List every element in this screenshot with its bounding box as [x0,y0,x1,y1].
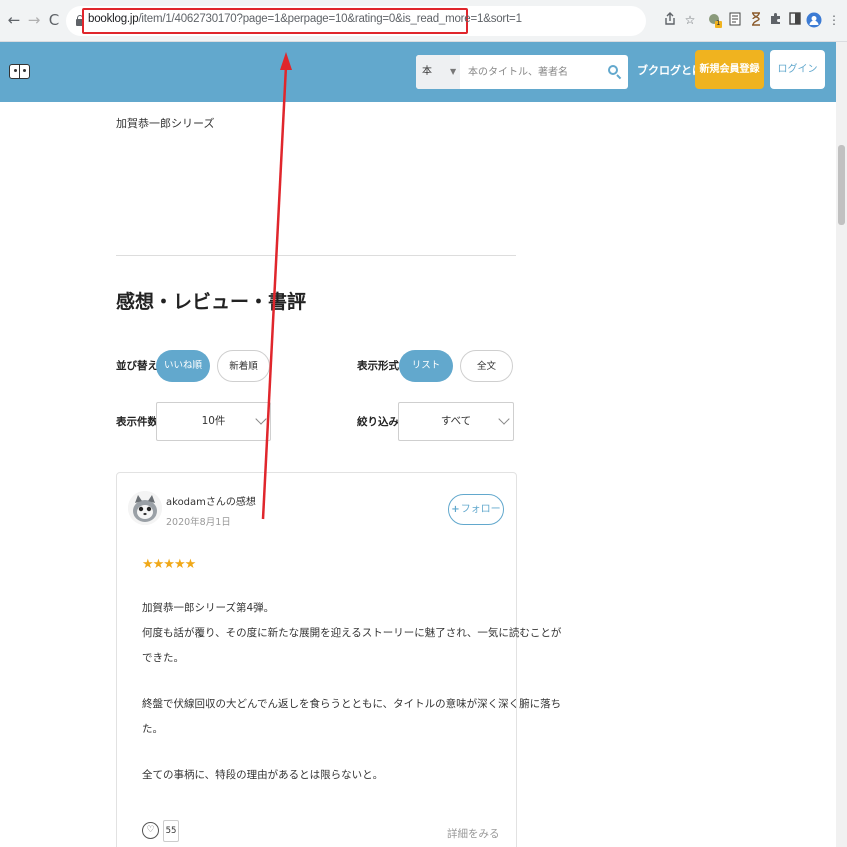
read-more-link[interactable]: 詳細をみる [447,826,500,841]
search-input[interactable] [460,55,610,89]
plus-icon: + [451,504,460,515]
bookmark-star-icon[interactable]: ☆ [682,12,698,28]
sort-by-likes-button[interactable]: いいね順 [156,350,210,382]
kebab-menu-icon[interactable]: ⋮ [826,12,842,28]
review-text-line: 何度も話が覆り、その度に新たな展開を迎えるストーリーに魅了され、一気に読むことが [142,627,562,639]
search-category-select[interactable]: 本 ▼ [416,55,460,89]
rating-stars: ★★★★★ [142,557,196,572]
profile-avatar-icon[interactable] [806,12,822,28]
sort-by-newest-button[interactable]: 新着順 [217,350,270,382]
display-format-label: 表示形式 [357,360,399,372]
review-text-line: 全ての事柄に、特段の理由があるとは限らないと。 [142,769,384,781]
reload-icon[interactable]: C [44,10,64,30]
site-header: 本 ▼ ブクログとは 新規会員登録 ログイン [0,42,836,102]
login-button[interactable]: ログイン [770,50,825,89]
reviewer-name[interactable]: akodamさんの感想 [166,493,256,508]
url-path: /item/1/4062730170?page=1&perpage=10&rat… [138,13,522,25]
about-booklog-link[interactable]: ブクログとは [637,62,703,78]
review-text-line: できた。 [142,652,184,664]
sort-label: 並び替え [116,360,158,372]
share-icon[interactable] [662,12,678,28]
display-count-value: 10件 [201,415,226,427]
review-text-line: 終盤で伏線回収の大どんでん返しを食らうとともに、タイトルの意味が深く深く腑に落ち [142,698,562,710]
signup-button[interactable]: 新規会員登録 [695,50,764,89]
follow-label: フォロー [460,504,501,515]
url-text[interactable]: booklog.jp/item/1/4062730170?page=1&perp… [88,13,522,25]
chevron-down-icon [255,413,267,425]
puzzle-extensions-icon[interactable] [767,12,783,28]
browser-toolbar: ← → C booklog.jp/item/1/4062730170?page=… [0,0,847,42]
filter-select[interactable]: すべて [398,402,514,441]
filter-value: すべて [440,415,472,427]
reviewer-avatar[interactable] [128,491,162,525]
side-panel-icon[interactable] [787,12,803,28]
chevron-down-icon [498,413,510,425]
extension-icon[interactable]: 1 [707,12,723,28]
search-bar: 本 ▼ [416,55,628,89]
section-divider [116,255,516,256]
search-category-value: 本 [422,66,432,77]
review-text-line: 加賀恭一郎シリーズ第4弾。 [142,602,275,614]
hourglass-extension-icon[interactable] [748,12,764,28]
notes-extension-icon[interactable] [727,12,743,28]
url-host: booklog.jp [88,13,139,25]
page-scrollbar-thumb[interactable] [838,145,845,225]
series-label[interactable]: 加賀恭一郎シリーズ [116,115,214,131]
follow-button[interactable]: +フォロー [448,494,504,525]
like-count: 55 [163,820,179,842]
filter-label: 絞り込み [357,416,399,428]
display-count-label: 表示件数 [116,416,158,428]
display-count-select[interactable]: 10件 [156,402,271,441]
extension-badge: 1 [716,19,721,27]
address-bar[interactable]: booklog.jp/item/1/4062730170?page=1&perp… [66,6,646,36]
search-icon[interactable] [608,65,622,80]
booklog-logo-icon[interactable] [9,61,31,81]
display-fulltext-button[interactable]: 全文 [460,350,513,382]
review-text-line: た。 [142,723,163,735]
back-icon[interactable]: ← [4,10,24,30]
forward-icon[interactable]: → [24,10,44,30]
heart-like-icon[interactable]: ♡ [142,822,159,839]
display-list-button[interactable]: リスト [399,350,453,382]
reviews-section-title: 感想・レビュー・書評 [116,291,307,313]
review-date: 2020年8月1日 [166,517,231,528]
